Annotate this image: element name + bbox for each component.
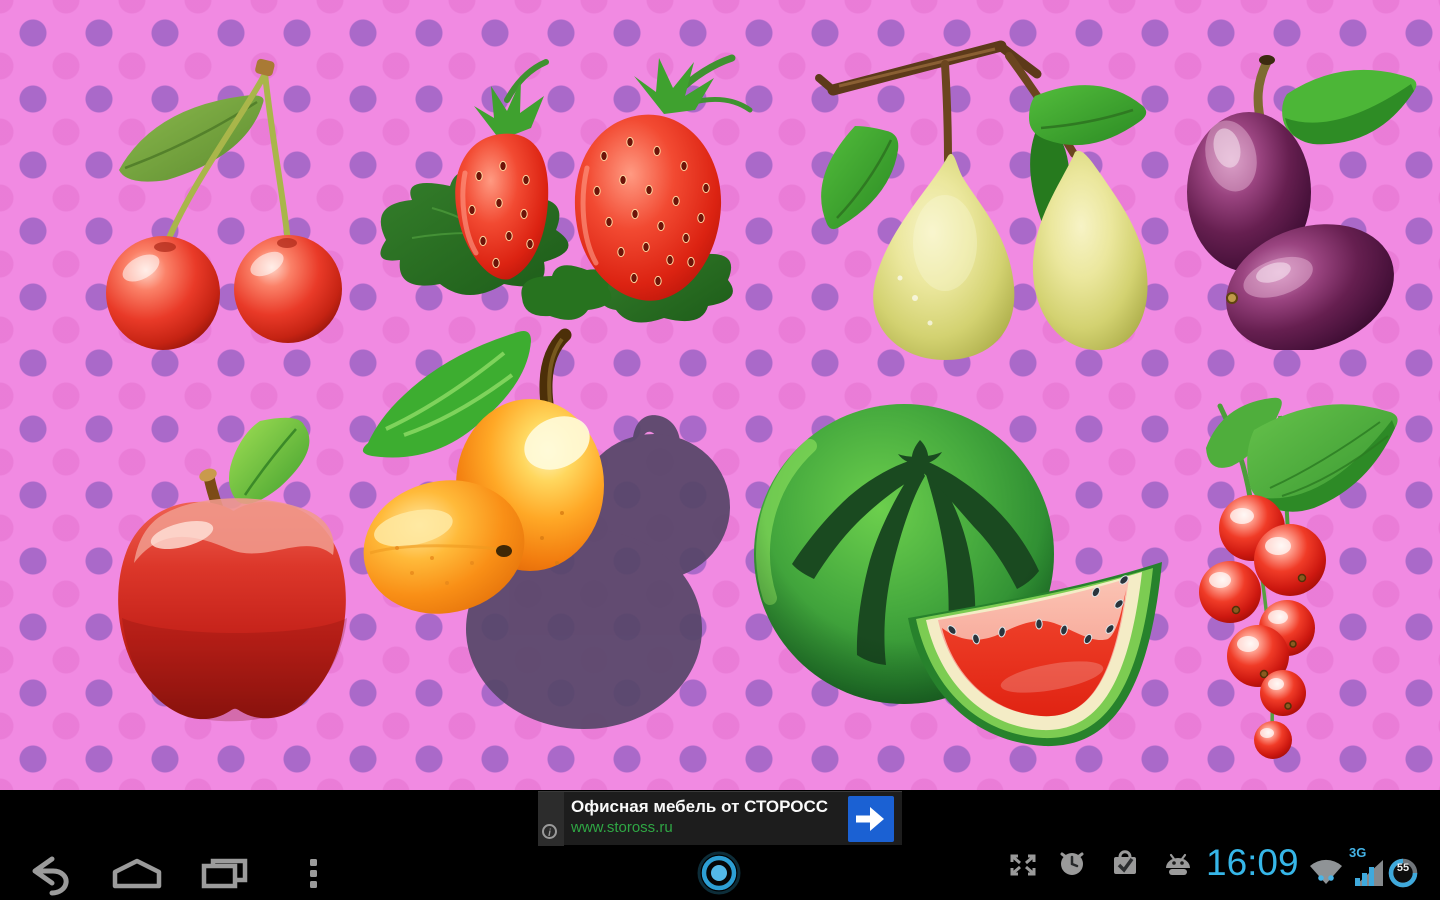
- battery-percent: 55: [1386, 862, 1420, 874]
- plums-icon[interactable]: [1185, 40, 1420, 350]
- signal-strength-icon: [1352, 858, 1386, 888]
- back-button[interactable]: [22, 855, 72, 899]
- android-robot-icon: [1161, 852, 1195, 878]
- strawberries-icon[interactable]: [372, 48, 772, 348]
- apple-icon[interactable]: [108, 413, 363, 723]
- shop-bag-check-icon: [1111, 846, 1139, 878]
- ad-info-icon[interactable]: i: [542, 824, 557, 839]
- screen: i Офисная мебель от СТОРОСС www.stoross.…: [0, 0, 1440, 900]
- ad-cta-button[interactable]: [848, 796, 894, 842]
- arrow-right-icon: [848, 796, 894, 842]
- status-clock: 16:09: [1206, 842, 1299, 884]
- alarm-clock-icon: [1057, 847, 1087, 879]
- recent-apps-button[interactable]: [200, 857, 250, 889]
- fullscreen-icon: [1008, 852, 1038, 878]
- cherries-icon[interactable]: [95, 50, 365, 355]
- redcurrants-icon[interactable]: [1192, 388, 1402, 788]
- menu-button[interactable]: [308, 857, 320, 889]
- ad-banner[interactable]: i Офисная мебель от СТОРОСС www.stoross.…: [538, 791, 902, 845]
- ad-url[interactable]: www.stoross.ru: [571, 819, 673, 836]
- wifi-icon: [1308, 858, 1344, 886]
- bottom-system-area: i Офисная мебель от СТОРОСС www.stoross.…: [0, 790, 1440, 900]
- watermelon-icon[interactable]: [752, 392, 1192, 752]
- home-button[interactable]: [110, 857, 164, 889]
- center-home-button[interactable]: [696, 850, 742, 896]
- apricots-icon[interactable]: [352, 323, 612, 628]
- ad-title[interactable]: Офисная мебель от СТОРОСС: [571, 797, 828, 817]
- polka-dot-background: [0, 0, 1440, 790]
- pears-icon[interactable]: [795, 28, 1160, 363]
